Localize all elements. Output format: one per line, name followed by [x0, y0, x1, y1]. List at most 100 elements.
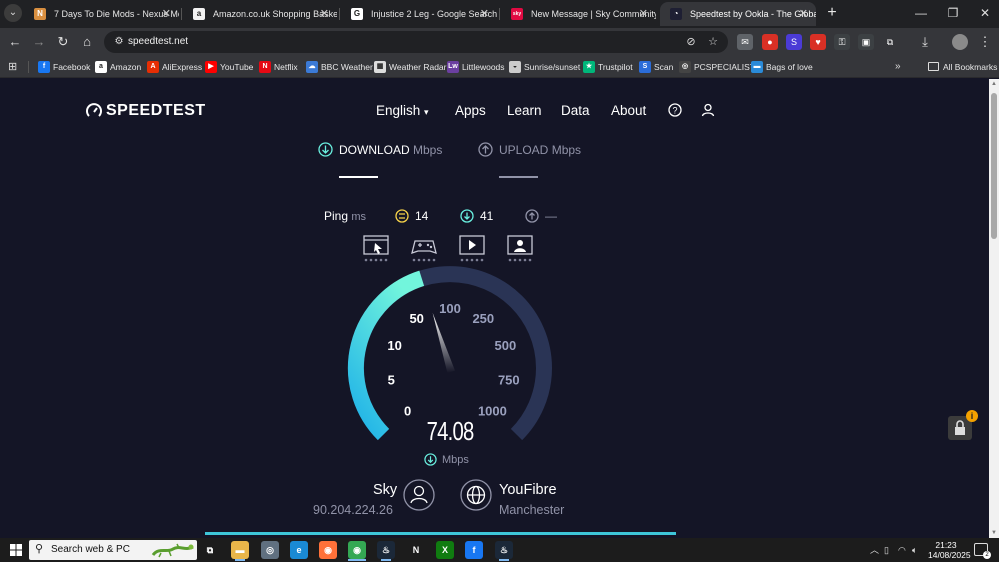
nav-about[interactable]: About	[611, 101, 646, 121]
wifi-icon[interactable]: ◠	[898, 538, 906, 562]
browser-tab[interactable]: a Amazon.co.uk Shopping Basket ✕	[183, 2, 337, 26]
netflix-icon[interactable]: N	[407, 541, 425, 559]
gauge-tick-label: 250	[472, 311, 494, 326]
tab-download[interactable]: DOWNLOAD Mbps	[318, 141, 442, 159]
bookmark-item[interactable]: f Facebook	[38, 56, 90, 78]
bookmark-item[interactable]: ▶ YouTube	[205, 56, 253, 78]
bookmark-item[interactable]: ☁ BBC Weather	[306, 56, 373, 78]
windows-start-icon[interactable]	[10, 544, 22, 556]
bookmark-item[interactable]: S Scan	[639, 56, 673, 78]
privacy-lock-widget[interactable]: i	[948, 410, 978, 440]
bookmark-label: Amazon	[110, 62, 142, 72]
bookmark-label: Scan	[654, 62, 674, 72]
notification-center-icon[interactable]: 2	[974, 543, 991, 559]
close-tab-icon[interactable]: ✕	[162, 2, 171, 26]
url-text[interactable]: speedtest.net	[128, 31, 188, 53]
heart-extension-icon[interactable]: ♥	[810, 34, 826, 50]
all-bookmarks-button[interactable]: All Bookmarks	[928, 56, 997, 78]
nav-apps[interactable]: Apps	[455, 101, 486, 121]
help-icon[interactable]: ?	[668, 103, 682, 117]
chrome-icon[interactable]: ◉	[348, 541, 366, 559]
minimize-button[interactable]: —	[912, 5, 930, 23]
profile-avatar[interactable]	[952, 34, 968, 50]
xbox-icon[interactable]: X	[436, 541, 454, 559]
gauge-tick-label: 0	[404, 403, 411, 418]
address-bar[interactable]: ⚙ speedtest.net ⊘ ☆	[104, 31, 728, 53]
menu-kebab-icon[interactable]: ⋮	[976, 33, 994, 51]
tab-upload[interactable]: UPLOAD Mbps	[478, 141, 581, 159]
scroll-down-arrow-icon[interactable]: ▼	[990, 530, 998, 536]
nav-data[interactable]: Data	[561, 101, 590, 121]
facebook-icon[interactable]: f	[465, 541, 483, 559]
volume-icon[interactable]: 🔈︎	[912, 538, 917, 562]
tray-overflow-icon[interactable]: ︿	[870, 538, 879, 562]
bookmark-item[interactable]: Lw Littlewoods	[447, 56, 505, 78]
weather-radar-icon: ▦	[374, 61, 386, 73]
globe-icon[interactable]	[460, 479, 492, 511]
close-tab-icon[interactable]: ✕	[639, 2, 648, 26]
browser-tab[interactable]: sky New Message | Sky Community ✕	[501, 2, 656, 26]
browser-tab[interactable]: G Injustice 2 Leg - Google Search ✕	[341, 2, 497, 26]
file-explorer-icon[interactable]: ▬	[231, 541, 249, 559]
littlewoods-icon: Lw	[447, 61, 459, 73]
browser-tab[interactable]: ◔ Speedtest by Ookla - The Global B ✕	[660, 2, 816, 26]
speedtest-logo[interactable]: SPEEDTEST	[86, 101, 206, 121]
page-scrollbar[interactable]: ▲ ▼	[989, 79, 999, 538]
close-tab-icon[interactable]: ✕	[799, 2, 808, 26]
tab-search-button[interactable]: ⌄	[4, 4, 22, 22]
bookmark-item[interactable]: ◒ Sunrise/sunset	[509, 56, 580, 78]
bookmark-star-icon[interactable]: ☆	[705, 34, 721, 50]
close-tab-icon[interactable]: ✕	[480, 2, 489, 26]
puzzle-extension-icon[interactable]: ⧉	[882, 34, 898, 50]
close-tab-icon[interactable]: ✕	[320, 2, 329, 26]
home-button[interactable]: ⌂	[78, 33, 96, 51]
bookmark-item[interactable]: ◎ PCSPECIALIST	[679, 56, 755, 78]
server-location[interactable]: Manchester	[499, 502, 564, 518]
nav-learn[interactable]: Learn	[507, 101, 542, 121]
s-extension-icon[interactable]: S	[786, 34, 802, 50]
scrollbar-thumb[interactable]	[991, 93, 997, 239]
bookmark-item[interactable]: ★ Trustpilot	[583, 56, 633, 78]
close-window-button[interactable]: ✕	[976, 5, 994, 23]
taskbar-clock[interactable]: 21:23 14/08/2025	[928, 540, 971, 560]
steam-icon[interactable]: ♨	[495, 541, 513, 559]
bookmarks-overflow-icon[interactable]: »	[895, 56, 901, 78]
eye-off-icon[interactable]: ⊘	[683, 34, 699, 50]
tab-title: Speedtest by Ookla - The Global B	[690, 9, 816, 19]
edge-icon[interactable]: e	[290, 541, 308, 559]
firefox-icon[interactable]: ◉	[319, 541, 337, 559]
user-account-icon[interactable]	[701, 103, 715, 117]
new-tab-button[interactable]: +	[823, 4, 841, 22]
app-icon[interactable]: ◎	[261, 541, 279, 559]
bookmark-item[interactable]: ▦ Weather Radar	[374, 56, 446, 78]
adblock-extension-icon[interactable]: ●	[762, 34, 778, 50]
server-host[interactable]: YouFibre	[499, 481, 557, 499]
back-button[interactable]: ←	[6, 33, 24, 51]
forward-button[interactable]: →	[30, 33, 48, 51]
reload-button[interactable]: ↻	[54, 33, 72, 51]
task-view-icon[interactable]: ⧉	[201, 541, 219, 559]
bookmark-item[interactable]: A AliExpress	[147, 56, 202, 78]
bookmark-item[interactable]: ▬ Bags of love	[751, 56, 813, 78]
downloads-icon[interactable]: ⤓	[916, 33, 934, 51]
steam-icon[interactable]: ♨	[377, 541, 395, 559]
mail-extension-icon[interactable]: ✉	[737, 34, 753, 50]
all-bookmarks-label: All Bookmarks	[943, 62, 998, 72]
bookmark-item[interactable]: N Netflix	[259, 56, 298, 78]
scroll-up-arrow-icon[interactable]: ▲	[990, 81, 998, 87]
lock-extension-icon[interactable]: ⚿	[834, 34, 850, 50]
language-selector[interactable]: English ▾	[376, 101, 429, 122]
apps-grid-icon[interactable]: ⊞	[8, 61, 20, 73]
tray-device-icon[interactable]: ▯	[884, 538, 889, 562]
youtube-icon: ▶	[205, 61, 217, 73]
bookmark-item[interactable]: a Amazon	[95, 56, 141, 78]
taskbar-search[interactable]: ⚲ Search web & PC	[29, 540, 197, 560]
maximize-button[interactable]: ❐	[944, 5, 962, 23]
reader-extension-icon[interactable]: ▣	[858, 34, 874, 50]
trustpilot-icon: ★	[583, 61, 595, 73]
site-info-icon[interactable]: ⚙	[112, 35, 126, 49]
browser-tab[interactable]: N 7 Days To Die Mods - Nexus Mods ✕	[24, 2, 179, 26]
search-icon: ⚲	[35, 543, 44, 555]
speedtest-logo-text: SPEEDTEST	[106, 102, 206, 119]
upload-tab-underline	[499, 176, 538, 178]
